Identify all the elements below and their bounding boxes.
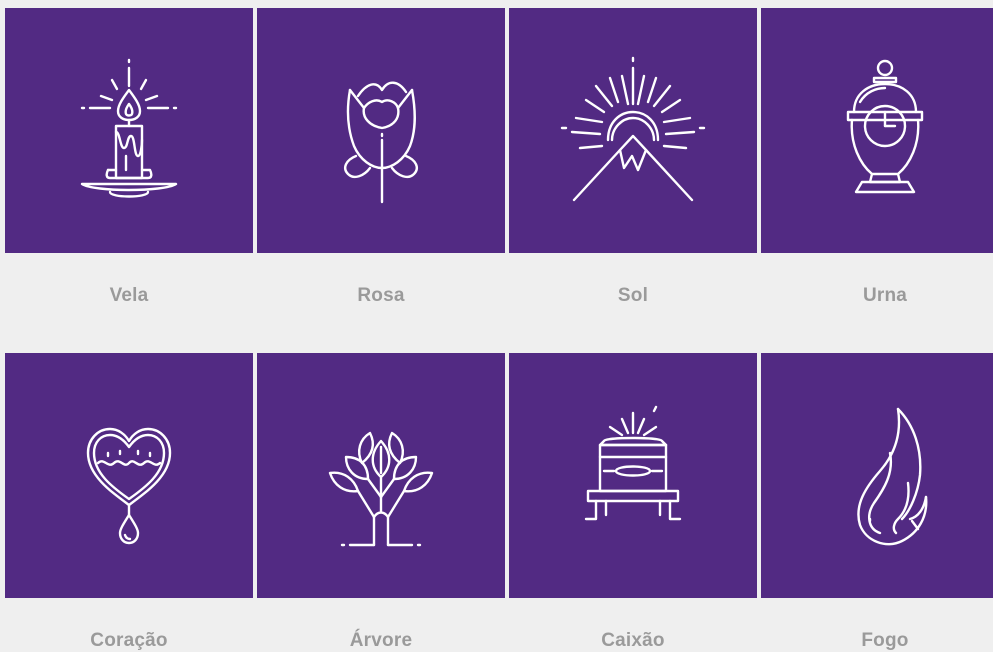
symbol-tile[interactable] — [257, 353, 505, 598]
symbol-card-rosa[interactable]: Rosa — [257, 8, 505, 307]
symbol-label: Caixão — [601, 630, 665, 651]
symbol-grid: Vela Rosa Sol Urna Coração Árvore Caixão… — [0, 0, 993, 652]
symbol-label: Coração — [90, 630, 168, 651]
symbol-tile[interactable] — [761, 8, 993, 253]
symbol-card-coracao[interactable]: Coração — [5, 353, 253, 652]
symbol-tile[interactable] — [5, 353, 253, 598]
symbol-label: Vela — [109, 285, 149, 306]
candle-icon — [80, 58, 178, 198]
tree-icon — [328, 431, 434, 546]
urn-icon — [846, 59, 924, 193]
symbol-card-urna[interactable]: Urna — [761, 8, 993, 307]
symbol-label: Fogo — [861, 630, 909, 651]
symbol-card-fogo[interactable]: Fogo — [761, 353, 993, 652]
symbol-label: Árvore — [349, 630, 413, 651]
heart-icon — [86, 427, 172, 544]
symbol-card-vela[interactable]: Vela — [5, 8, 253, 307]
symbol-tile[interactable] — [5, 8, 253, 253]
symbol-label: Sol — [617, 285, 649, 306]
coffin-icon — [584, 405, 682, 520]
symbol-tile[interactable] — [257, 8, 505, 253]
symbol-label: Urna — [862, 285, 908, 306]
symbol-card-caixao[interactable]: Caixão — [509, 353, 757, 652]
symbol-tile[interactable] — [761, 353, 993, 598]
fire-icon — [857, 407, 928, 545]
symbol-label: Rosa — [357, 285, 405, 306]
symbol-tile[interactable] — [509, 8, 757, 253]
symbol-card-arvore[interactable]: Árvore — [257, 353, 505, 652]
symbol-tile[interactable] — [509, 353, 757, 598]
symbol-card-sol[interactable]: Sol — [509, 8, 757, 307]
rose-icon — [344, 81, 418, 203]
sun-icon — [560, 56, 706, 201]
